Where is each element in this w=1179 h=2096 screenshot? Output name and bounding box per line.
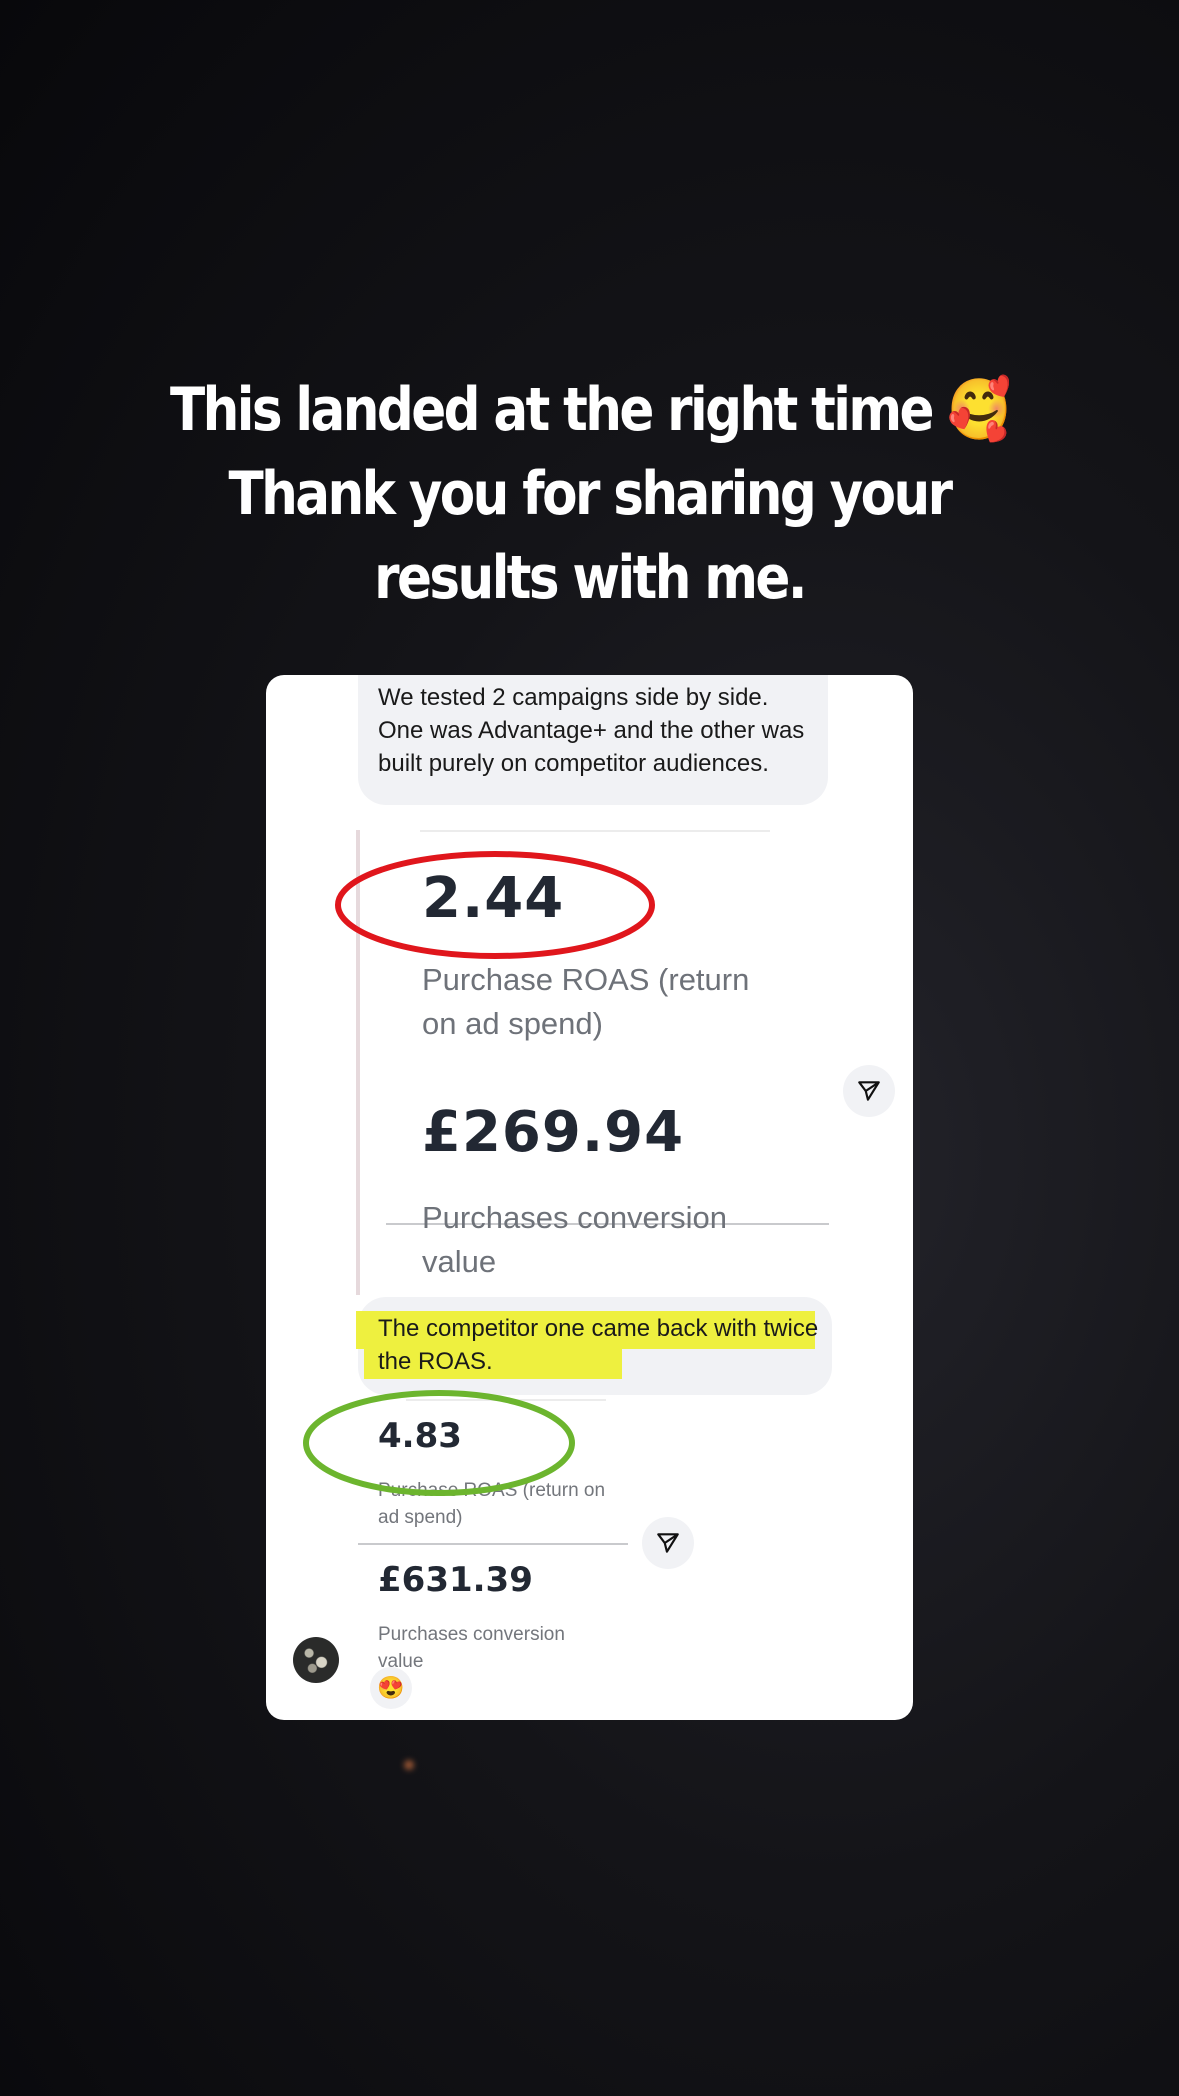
campaign-b-roas-label: Purchase ROAS (return on ad spend) — [378, 1480, 606, 1528]
caption-line-3: results with me. — [374, 543, 807, 613]
share-button[interactable] — [642, 1517, 694, 1569]
campaign-a-conversion-label: Purchases conversion value — [422, 1200, 727, 1279]
caption-line-1: This landed at the right time 🥰 — [170, 375, 1012, 445]
small-divider — [358, 1543, 628, 1545]
campaign-a-roas-value: 2.44 — [422, 866, 565, 931]
reaction-badge[interactable]: 😍 — [370, 1667, 412, 1709]
campaign-b-roas-value: 4.83 — [378, 1416, 462, 1456]
story-caption: This landed at the right time 🥰 Thank yo… — [83, 368, 1097, 620]
campaign-a-roas-label: Purchase ROAS (return on ad spend) — [422, 962, 750, 1041]
dm-screenshot-card: We tested 2 campaigns side by side. One … — [266, 675, 913, 1720]
send-icon — [858, 1081, 880, 1101]
message-2-text: The competitor one came back with twice … — [378, 1315, 819, 1375]
campaign-b-conversion-value: £631.39 — [378, 1560, 533, 1600]
campaign-a-screenshot[interactable]: 2.44 Purchase ROAS (return on ad spend) … — [356, 830, 829, 1295]
background-light — [404, 1760, 414, 1770]
avatar[interactable] — [293, 1637, 339, 1683]
small-top-divider — [406, 1399, 606, 1401]
share-button[interactable] — [843, 1065, 895, 1117]
campaign-b-conversion-label: Purchases conversion value — [378, 1624, 565, 1672]
send-icon — [657, 1533, 679, 1553]
heart-eyes-emoji: 😍 — [377, 1675, 405, 1700]
message-1-text: We tested 2 campaigns side by side. One … — [378, 684, 805, 777]
caption-line-2: Thank you for sharing your — [228, 459, 953, 529]
campaign-a-conversion-value: £269.94 — [422, 1100, 685, 1165]
shot-top-divider — [420, 830, 770, 832]
